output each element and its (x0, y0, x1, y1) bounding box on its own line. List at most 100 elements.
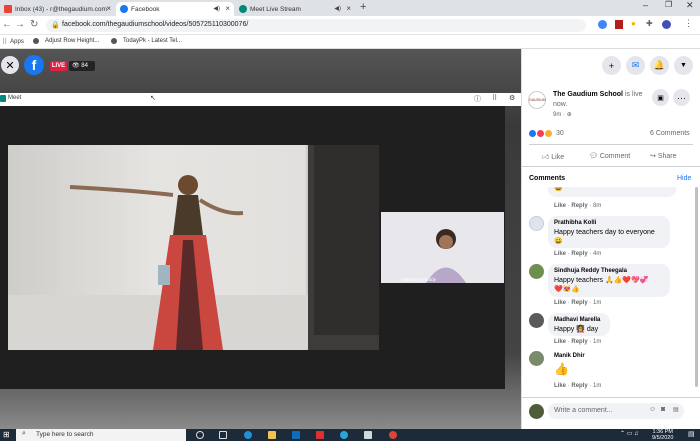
maximize-icon[interactable]: ❐ (665, 0, 672, 9)
account-menu-icon[interactable]: ▼ (674, 56, 693, 75)
page-name-link[interactable]: The Gaudium School (553, 91, 623, 98)
edge-new-icon[interactable] (340, 431, 348, 439)
notifications-bell-icon[interactable]: 🔔 (650, 56, 669, 75)
window-close-icon[interactable]: ✕ (686, 0, 694, 11)
search-icon: ⌕ (22, 430, 26, 437)
post-time-value: 9m (553, 112, 562, 118)
app-icon[interactable] (316, 431, 324, 439)
outlook-icon[interactable] (292, 431, 300, 439)
comment-text: Happy teachers day to everyone (554, 229, 655, 236)
share-button[interactable]: ↪ Share (650, 152, 677, 160)
taskbar-search[interactable]: ⌕ Type here to search (16, 429, 186, 441)
avatar[interactable] (529, 216, 544, 231)
bookmark-icon (111, 38, 117, 44)
comment-author[interactable]: Prathibha Kolli (554, 219, 664, 228)
facebook-logo-icon[interactable]: f (24, 55, 44, 75)
comment-input[interactable]: Write a comment... ☺ ◙ ▤ (548, 403, 684, 419)
chrome-icon[interactable] (389, 431, 397, 439)
comment-like-link[interactable]: Like (554, 300, 566, 306)
comment-reply-link[interactable]: Reply (571, 339, 587, 345)
system-tray-icons[interactable]: ⌃ ▭ ♫ (620, 430, 639, 437)
bookmark-todaypk[interactable]: TodayPk - Latest Tel... (111, 38, 182, 44)
comment-text: day (586, 326, 599, 333)
hide-comments-link[interactable]: Hide (677, 175, 691, 182)
comment-reply-link[interactable]: Reply (571, 300, 587, 306)
minimize-icon[interactable]: – (643, 0, 648, 10)
comment-author[interactable]: Sindhuja Reddy Theegala (554, 267, 664, 276)
comment-like-link[interactable]: Like (554, 203, 566, 209)
post-options-button[interactable]: ··· (673, 89, 690, 106)
reactions-summary[interactable]: 30 (529, 130, 564, 137)
url-field[interactable]: 🔒 facebook.com/thegaudiumschool/videos/5… (46, 19, 586, 32)
profile-icon[interactable] (662, 20, 671, 29)
page-avatar[interactable]: GAUDIUM (528, 91, 546, 109)
extension-icon[interactable] (615, 20, 623, 29)
avatar[interactable] (529, 264, 544, 279)
comment-count[interactable]: 6 Comments (650, 130, 690, 137)
google-icon[interactable] (598, 20, 607, 29)
close-video-button[interactable]: ✕ (1, 56, 19, 74)
close-tab-icon[interactable]: × (225, 4, 230, 13)
eye-icon: 👁 (72, 63, 80, 69)
comment-time: 4m (593, 251, 602, 257)
comment-like-link[interactable]: Like (554, 251, 566, 257)
menu-icon[interactable]: ⋮ (684, 18, 693, 29)
comment-sticker: 👍 (554, 362, 569, 376)
windows-start-icon[interactable]: ⊞ (3, 430, 10, 439)
avatar[interactable] (529, 313, 544, 328)
bulb-icon[interactable]: ● (631, 19, 636, 28)
tab-meet-live-stream[interactable]: Meet Live Stream ◀) × (235, 2, 355, 16)
avatar[interactable] (529, 351, 544, 366)
edge-icon[interactable] (244, 431, 252, 439)
comment-button[interactable]: 💬︎ Comment (589, 152, 630, 160)
globe-icon: ⊕ (566, 112, 572, 118)
bookmark-label: TodayPk - Latest Tel... (123, 38, 182, 44)
bookmark-icon (33, 38, 39, 44)
settings-icon: ⚙ (509, 95, 516, 102)
comment-like-link[interactable]: Like (554, 339, 566, 345)
comment-text: Happy (554, 326, 575, 333)
tab-title: Facebook (131, 5, 160, 13)
comments-list[interactable]: 😀 Like · Reply · 8m Prathibha Kolli Happ… (522, 187, 700, 397)
puzzle-icon[interactable]: ✚ (646, 19, 653, 28)
comments-scrollbar[interactable] (695, 187, 698, 387)
comment-reply-link[interactable]: Reply (571, 203, 587, 209)
forward-icon[interactable]: → (15, 19, 25, 30)
tab-facebook[interactable]: Facebook ◀) × (116, 2, 234, 16)
close-tab-icon[interactable]: × (106, 4, 111, 13)
thumbs-up-icon: 👍︎ (542, 154, 550, 161)
notification-center-icon[interactable]: ▤ (688, 430, 695, 438)
tab-gmail[interactable]: Inbox (43) - r@thegaudium.com × (0, 2, 115, 16)
back-icon[interactable]: ← (2, 19, 12, 30)
url-text: facebook.com/thegaudiumschool/videos/505… (62, 21, 249, 28)
emoji-picker-icon[interactable]: ☺ (649, 406, 656, 413)
reaction-count: 30 (556, 130, 564, 137)
gif-icon[interactable]: ▤ (673, 406, 679, 413)
messenger-icon[interactable]: ✉ (626, 56, 645, 75)
comment-author[interactable]: Madhavi Marella (554, 316, 604, 325)
create-button[interactable]: + (602, 56, 621, 75)
share-icon: ↪ (650, 153, 656, 160)
task-view-icon[interactable] (219, 431, 227, 439)
save-post-button[interactable]: ▣ (652, 89, 669, 106)
taskbar-search-placeholder: Type here to search (36, 431, 94, 438)
file-explorer-icon[interactable] (268, 431, 276, 439)
new-tab-button[interactable]: + (360, 1, 366, 13)
cortana-icon[interactable] (196, 431, 204, 439)
comment-like-link[interactable]: Like (554, 383, 566, 389)
app-icon[interactable] (364, 431, 372, 439)
comment-text: Happy teachers (554, 277, 604, 284)
love-reaction-icon (537, 130, 544, 137)
taskbar-clock[interactable]: 1:36 PM 9/5/2020 (652, 429, 673, 441)
comment-reply-link[interactable]: Reply (571, 383, 587, 389)
comment-reply-link[interactable]: Reply (571, 251, 587, 257)
reload-icon[interactable]: ↻ (30, 19, 38, 30)
like-button[interactable]: 👍︎ Like (542, 152, 564, 161)
comment-label: Comment (599, 153, 631, 160)
comment-author[interactable]: Manik Dhir (554, 353, 585, 359)
camera-icon[interactable]: ◙ (661, 406, 665, 413)
bookmark-apps[interactable]: ⠿ Apps (2, 38, 24, 46)
bookmark-adjust-row-height[interactable]: Adjust Row Height... (33, 38, 99, 44)
close-tab-icon[interactable]: × (346, 4, 351, 13)
user-avatar[interactable] (529, 404, 544, 419)
